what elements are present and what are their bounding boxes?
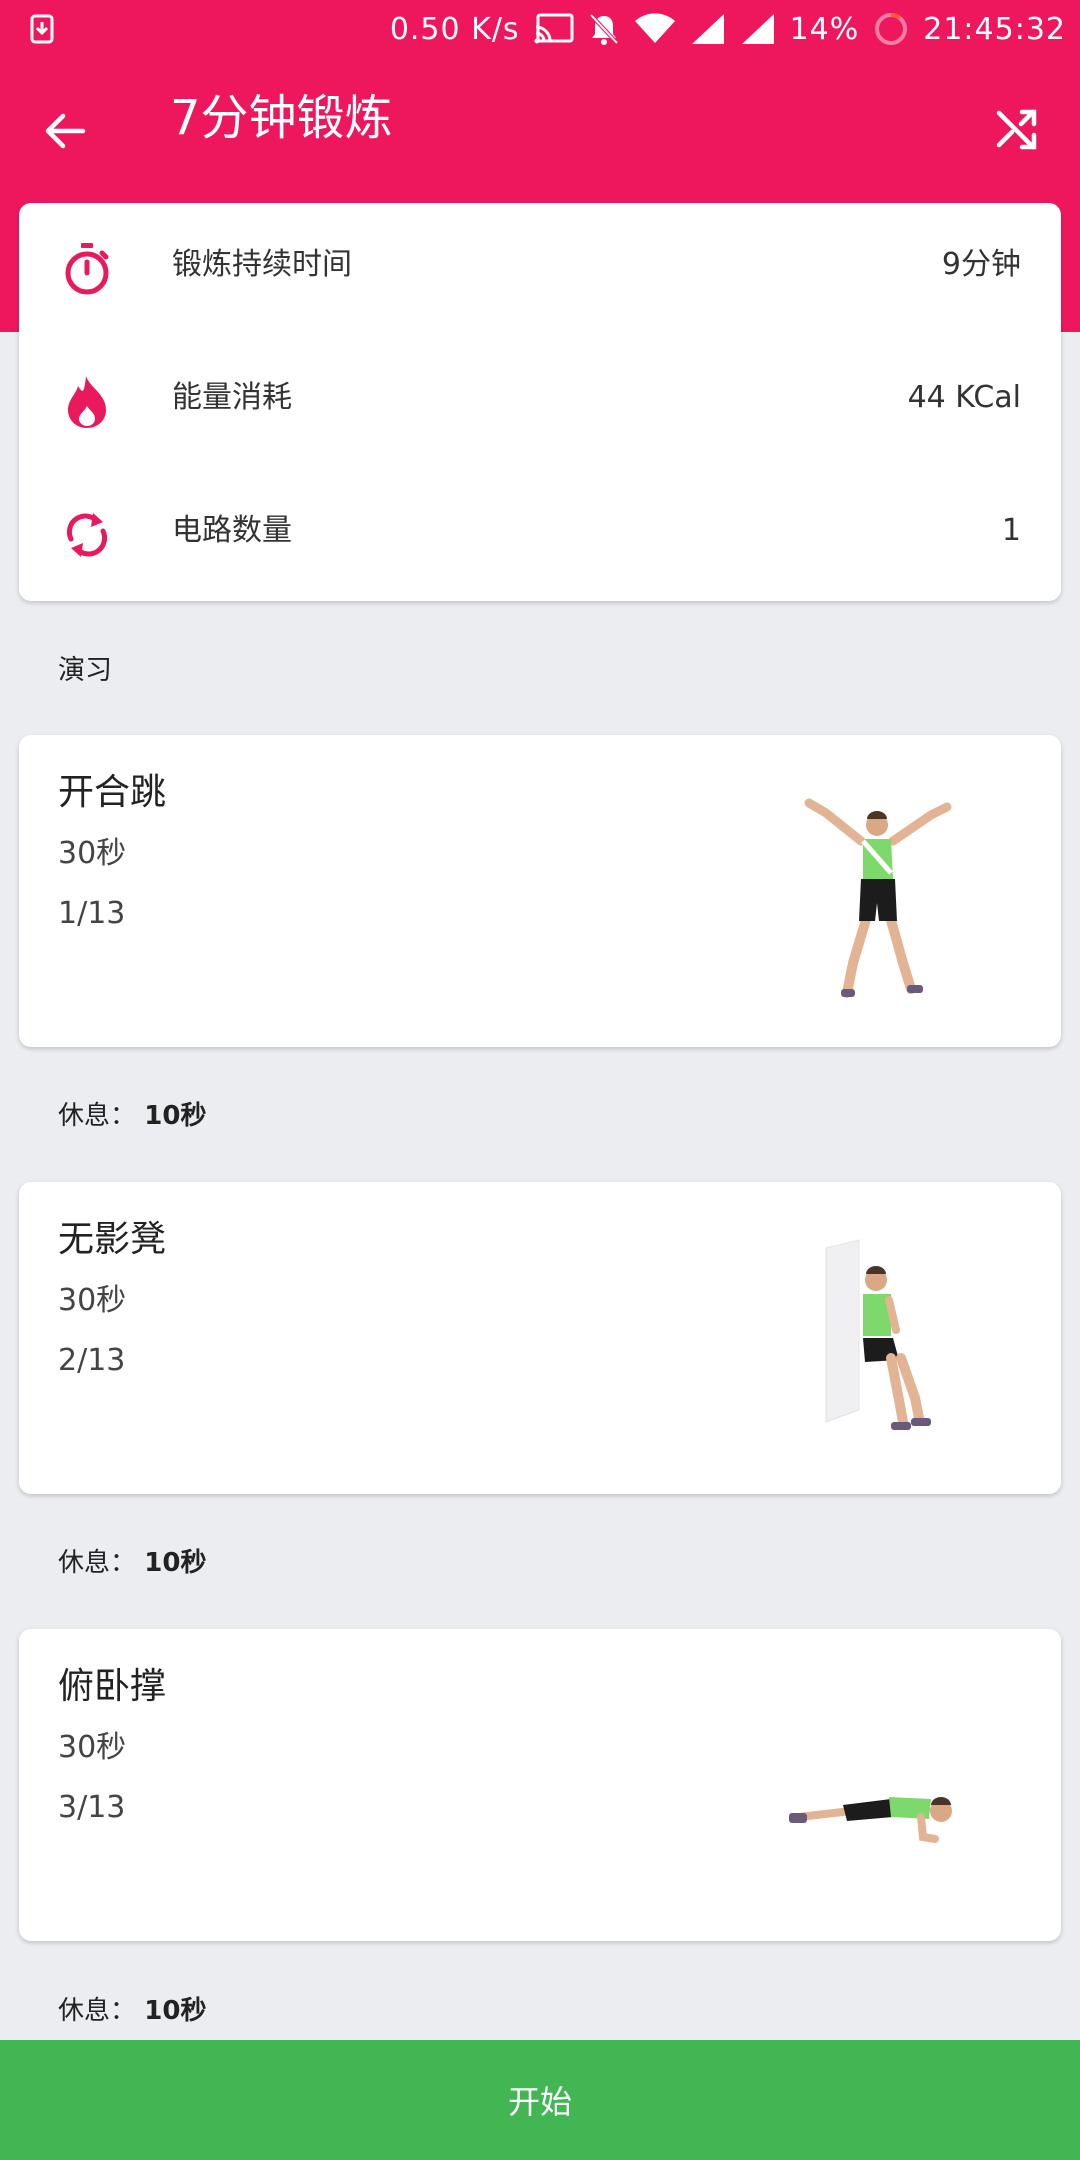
exercise-index: 1/13 [58,896,126,931]
back-button[interactable] [30,96,100,166]
rest-value: 10秒 [144,1996,207,2026]
repeat-icon [59,507,115,563]
flame-icon [59,374,115,430]
summary-label: 电路数量 [172,513,292,548]
exercise-name: 开合跳 [58,772,167,813]
wifi-icon [634,13,676,45]
rest-value: 10秒 [144,1101,207,1131]
shuffle-button[interactable] [982,94,1052,164]
battery-percent: 14% [789,11,860,47]
rest-prefix: 休息： [58,1996,137,2026]
section-label-exercises: 演习 [58,655,112,686]
summary-row-duration: 锻炼持续时间 9分钟 [19,203,1061,335]
summary-value: 44 KCal [907,380,1021,415]
exercise-duration: 30秒 [58,1730,127,1765]
signal-2-icon [740,12,776,46]
rest-label: 休息： 10秒 [58,1095,206,1132]
signal-icon [690,12,726,46]
start-button[interactable]: 开始 [0,2040,1080,2160]
summary-row-calories: 能量消耗 44 KCal [19,336,1061,468]
battery-ring-icon [873,11,909,47]
status-bar: 0.50 K/s 14% 21:45:32 [0,0,1080,58]
rest-label: 休息： 10秒 [58,1542,206,1579]
start-button-label: 开始 [507,2083,572,2121]
rest-label: 休息： 10秒 [58,1990,206,2027]
workout-summary-card: 锻炼持续时间 9分钟 能量消耗 44 KCal 电路数量 1 [19,203,1061,601]
exercise-card[interactable]: 俯卧撑 30秒 3/13 [19,1629,1061,1941]
summary-label: 锻炼持续时间 [172,247,352,282]
summary-label: 能量消耗 [172,380,292,415]
timer-icon [59,241,115,297]
wall-sit-figure [731,1200,1031,1480]
summary-value: 1 [1001,513,1021,548]
clock: 21:45:32 [923,11,1066,47]
network-speed: 0.50 K/s [389,11,520,47]
exercise-duration: 30秒 [58,1283,127,1318]
status-indicators: 0.50 K/s 14% 21:45:32 [390,10,1066,48]
download-notification-icon [30,14,54,44]
rest-prefix: 休息： [58,1548,137,1578]
arrow-back-icon [45,113,86,149]
summary-row-circuits: 电路数量 1 [19,469,1061,601]
exercise-card[interactable]: 开合跳 30秒 1/13 [19,735,1061,1047]
jumping-jacks-figure [731,753,1031,1033]
exercise-card[interactable]: 无影凳 30秒 2/13 [19,1182,1061,1494]
exercise-duration: 30秒 [58,836,127,871]
cast-icon [534,13,574,45]
page-title: 7分钟锻炼 [170,90,393,146]
summary-value: 9分钟 [941,247,1021,282]
push-up-figure [731,1647,1031,1927]
exercise-index: 3/13 [58,1790,126,1825]
rest-prefix: 休息： [58,1101,137,1131]
mute-icon [588,12,620,46]
rest-value: 10秒 [144,1548,207,1578]
exercise-name: 无影凳 [58,1219,167,1260]
toolbar: 7分钟锻炼 [0,58,1080,188]
shuffle-icon [996,109,1037,150]
exercise-name: 俯卧撑 [58,1666,167,1707]
exercise-index: 2/13 [58,1343,126,1378]
